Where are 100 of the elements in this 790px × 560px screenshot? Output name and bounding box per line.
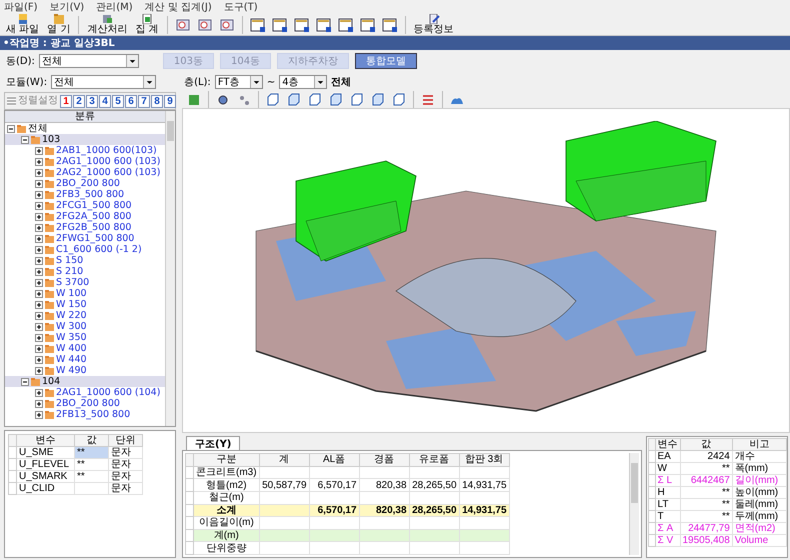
expand-icon[interactable] bbox=[35, 344, 43, 352]
tree-item[interactable]: 2AG2_1000 600 (103) bbox=[56, 167, 160, 178]
tree-item[interactable]: 104 bbox=[42, 376, 60, 387]
building-select[interactable]: 전체 bbox=[38, 54, 139, 68]
folder-icon bbox=[45, 158, 54, 166]
expand-icon[interactable] bbox=[35, 300, 43, 308]
table-cell bbox=[359, 529, 410, 542]
collapse-icon[interactable] bbox=[7, 124, 15, 132]
level-button[interactable]: 6 bbox=[125, 94, 137, 108]
floor-select[interactable]: 4층 bbox=[279, 75, 328, 89]
tree-item[interactable]: W 490 bbox=[56, 365, 87, 376]
expand-icon[interactable] bbox=[35, 146, 43, 154]
tree-item[interactable]: W 300 bbox=[56, 321, 87, 332]
level-button[interactable]: 2 bbox=[73, 94, 85, 108]
expand-icon[interactable] bbox=[35, 400, 43, 408]
tree-item[interactable]: 2AB1_1000 600(103) bbox=[56, 145, 157, 156]
menu-item[interactable]: 관리(M) bbox=[96, 0, 133, 14]
project-title: •작업명 : 광교 일상3BL bbox=[0, 36, 790, 50]
table-cell: 이음길이(m) bbox=[194, 516, 260, 530]
tree-item[interactable]: 2FB13_500 800 bbox=[56, 409, 130, 420]
expand-icon[interactable] bbox=[35, 224, 43, 232]
level-button[interactable]: 8 bbox=[151, 94, 163, 108]
collapse-icon[interactable] bbox=[21, 378, 29, 386]
tree-item[interactable]: 103 bbox=[42, 134, 60, 145]
level-button[interactable]: 7 bbox=[138, 94, 150, 108]
tree-item[interactable]: S 210 bbox=[56, 266, 84, 277]
tree-item[interactable]: 2AG1_1000 600 (103) bbox=[56, 156, 160, 167]
expand-icon[interactable] bbox=[35, 388, 43, 396]
collapse-icon[interactable] bbox=[21, 136, 29, 144]
table-cell bbox=[359, 491, 410, 504]
table-cell bbox=[459, 516, 510, 530]
table-cell: T bbox=[655, 510, 680, 522]
expand-icon[interactable] bbox=[35, 356, 43, 364]
expand-icon[interactable] bbox=[35, 334, 43, 342]
tree-item[interactable]: 2FB3_500 800 bbox=[56, 189, 124, 200]
level-button[interactable]: 3 bbox=[86, 94, 98, 108]
expand-icon[interactable] bbox=[35, 256, 43, 264]
toolbar-button[interactable]: 집 계 bbox=[132, 14, 162, 36]
table-cell: LT bbox=[655, 498, 680, 510]
expand-icon[interactable] bbox=[35, 268, 43, 276]
tree-item[interactable]: S 3700 bbox=[56, 277, 90, 288]
column-header: 구분 bbox=[194, 454, 260, 466]
folder-icon bbox=[45, 168, 54, 176]
tree-item[interactable]: 2BO_200 800 bbox=[56, 178, 120, 189]
folder-icon bbox=[45, 234, 54, 242]
expand-icon[interactable] bbox=[35, 190, 43, 198]
floor-select[interactable]: FT층 bbox=[214, 75, 263, 89]
tree-item[interactable]: S 150 bbox=[56, 255, 84, 266]
expand-icon[interactable] bbox=[35, 202, 43, 210]
tree-item[interactable]: 2FG2A_500 800 bbox=[56, 211, 132, 222]
range-separator: ~ bbox=[266, 76, 276, 88]
toolbar-button[interactable]: 새 파일 bbox=[3, 14, 42, 36]
expand-icon[interactable] bbox=[35, 246, 43, 254]
level-button[interactable]: 4 bbox=[99, 94, 111, 108]
expand-icon[interactable] bbox=[35, 290, 43, 298]
expand-icon[interactable] bbox=[35, 312, 43, 320]
expand-icon[interactable] bbox=[35, 322, 43, 330]
level-button[interactable]: 9 bbox=[164, 94, 176, 108]
folder-icon bbox=[45, 278, 54, 286]
expand-icon[interactable] bbox=[35, 410, 43, 418]
tree-item[interactable]: W 150 bbox=[56, 299, 87, 310]
tab[interactable]: 구조(Y) bbox=[186, 436, 240, 450]
expand-icon[interactable] bbox=[35, 158, 43, 166]
scrollbar[interactable] bbox=[165, 111, 175, 426]
toolbar-button[interactable]: 등록정보 bbox=[410, 14, 457, 36]
tree-item[interactable]: W 350 bbox=[56, 332, 87, 343]
tree-item[interactable]: 2BO_200 800 bbox=[56, 398, 120, 409]
column-header: 분류 bbox=[5, 111, 165, 123]
level-button[interactable]: 1 bbox=[60, 94, 72, 108]
tree-item[interactable]: C1_600 600 (-1 2) bbox=[56, 244, 142, 255]
expand-icon[interactable] bbox=[35, 180, 43, 188]
expand-icon[interactable] bbox=[35, 234, 43, 242]
module-select[interactable]: 전체 bbox=[51, 75, 156, 89]
tree-item[interactable]: W 220 bbox=[56, 310, 87, 321]
menu-item[interactable]: 계산 및 집계(J) bbox=[144, 0, 212, 14]
scrollbar[interactable] bbox=[629, 453, 639, 555]
tree-item[interactable]: W 440 bbox=[56, 354, 87, 365]
field-label: 층(L): bbox=[184, 76, 211, 89]
tree-item[interactable]: W 100 bbox=[56, 288, 87, 299]
toolbar-button[interactable]: 계산처리 bbox=[84, 14, 130, 36]
tree-item[interactable]: 2FG2B_500 800 bbox=[56, 222, 132, 233]
folder-icon bbox=[45, 290, 54, 298]
tree-item[interactable]: 전체 bbox=[28, 123, 48, 134]
tree-item[interactable]: W 400 bbox=[56, 343, 87, 354]
menu-item[interactable]: 파일(F) bbox=[4, 0, 38, 14]
expand-icon[interactable] bbox=[35, 366, 43, 374]
tree-item[interactable]: 2AG1_1000 600 (104) bbox=[56, 387, 160, 398]
caret-icon bbox=[314, 76, 326, 88]
level-button[interactable]: 5 bbox=[112, 94, 124, 108]
tree-item[interactable]: 2FCG1_500 800 bbox=[56, 200, 132, 211]
tree-item[interactable]: 2FWG1_500 800 bbox=[56, 233, 134, 244]
caret-icon bbox=[126, 55, 138, 67]
expand-icon[interactable] bbox=[35, 212, 43, 220]
table-cell bbox=[459, 529, 510, 542]
toolbar-button[interactable]: 열 기 bbox=[44, 14, 74, 36]
menu-item[interactable]: 도구(T) bbox=[224, 0, 258, 14]
expand-icon[interactable] bbox=[35, 278, 43, 286]
menu-item[interactable]: 보기(V) bbox=[50, 0, 84, 14]
expand-icon[interactable] bbox=[35, 168, 43, 176]
table-cell bbox=[259, 529, 310, 542]
